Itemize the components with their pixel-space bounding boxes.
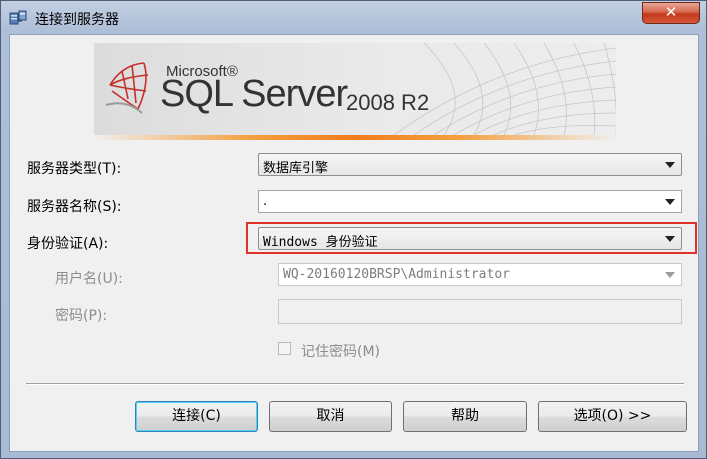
- connect-button[interactable]: 连接(C): [135, 401, 258, 432]
- remember-password-checkbox[interactable]: [278, 342, 291, 355]
- remember-password-label: 记住密码(M): [301, 344, 381, 360]
- password-field[interactable]: [278, 299, 682, 324]
- password-label: 密码(P):: [55, 308, 108, 324]
- close-button[interactable]: ✕: [642, 2, 700, 24]
- auth-label: 身份验证(A):: [27, 236, 109, 252]
- server-connect-icon: [9, 10, 27, 25]
- auth-highlight-box: [246, 222, 697, 254]
- banner-accent-bar: [94, 135, 616, 140]
- dialog-client-area: Microsoft® SQL Server 2008 R2 服务器类型(T): …: [9, 34, 699, 452]
- options-button[interactable]: 选项(O) >>: [538, 401, 687, 432]
- help-button[interactable]: 帮助: [403, 401, 527, 432]
- button-separator: [26, 383, 684, 385]
- server-name-label: 服务器名称(S):: [27, 199, 122, 215]
- title-bar[interactable]: 连接到服务器 ✕: [1, 1, 706, 34]
- server-name-value: .: [263, 194, 268, 209]
- cancel-button[interactable]: 取消: [269, 401, 392, 432]
- chevron-down-icon: [665, 199, 675, 205]
- username-combobox[interactable]: WQ-20160120BRSP\Administrator: [278, 263, 682, 286]
- username-value: WQ-20160120BRSP\Administrator: [283, 267, 510, 282]
- sql-server-logo-icon: [105, 62, 149, 114]
- sql-server-wordmark: SQL Server: [160, 73, 348, 115]
- chevron-down-icon: [665, 272, 675, 278]
- server-type-label: 服务器类型(T):: [27, 161, 122, 177]
- version-label: 2008 R2: [346, 90, 430, 115]
- chevron-down-icon: [665, 162, 675, 168]
- window-title: 连接到服务器: [35, 12, 119, 28]
- close-icon: ✕: [664, 3, 678, 21]
- sql-server-banner: Microsoft® SQL Server 2008 R2: [94, 43, 616, 135]
- server-name-combobox[interactable]: .: [258, 190, 682, 213]
- username-label: 用户名(U):: [55, 271, 123, 287]
- connect-dialog-window: 连接到服务器 ✕ Microsoft® SQL Server 2008 R2 服…: [0, 0, 707, 459]
- server-type-dropdown[interactable]: 数据库引擎: [258, 153, 682, 176]
- server-type-value: 数据库引擎: [263, 161, 329, 176]
